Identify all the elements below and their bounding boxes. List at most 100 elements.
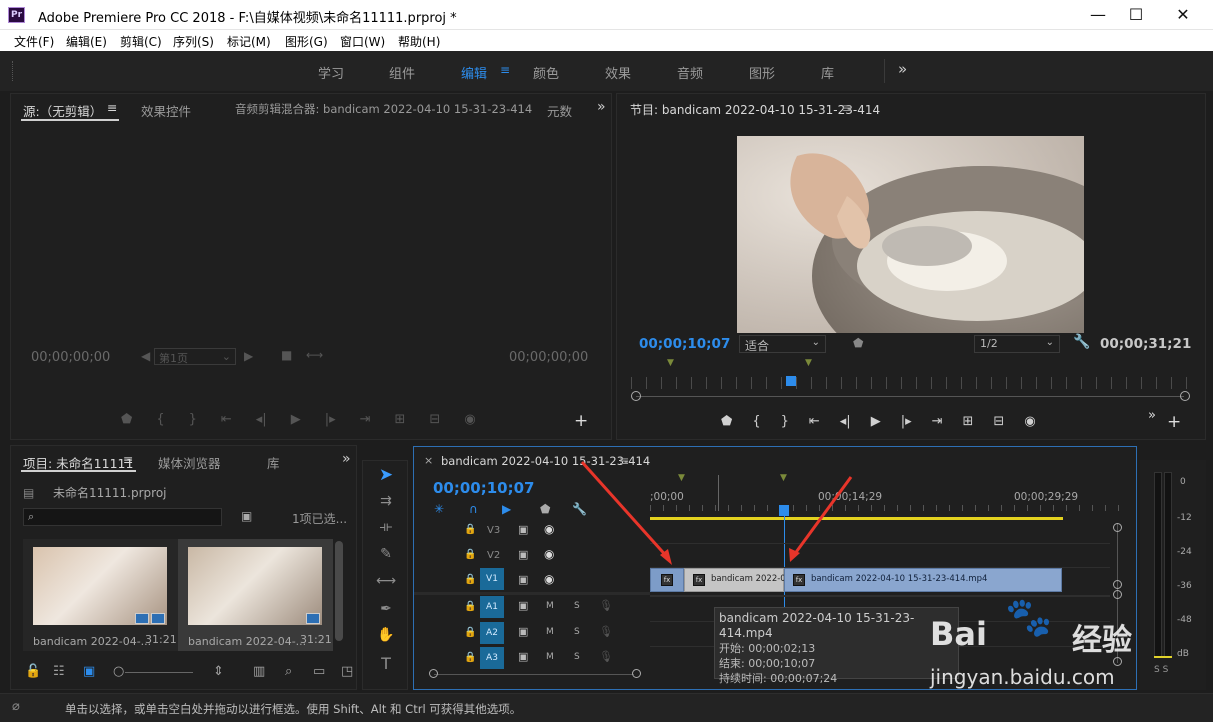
tab-menu-icon[interactable]: ≡ [107, 100, 117, 115]
marker-icon[interactable]: ▼ [805, 358, 812, 368]
ripple-edit-tool-icon[interactable]: ⟛ [373, 519, 399, 535]
lock-icon[interactable]: 🔒 [464, 549, 476, 560]
automate-icon[interactable]: ▥ [253, 664, 265, 679]
close-button[interactable]: ✕ [1160, 0, 1206, 30]
nest-icon[interactable]: ✳ [434, 502, 444, 516]
workspace-learn[interactable]: 学习 [318, 63, 344, 82]
list-view-icon[interactable]: ☷ [53, 664, 65, 679]
panel-more-icon[interactable]: » [1148, 408, 1156, 423]
sync-lock-icon[interactable]: ▣ [518, 548, 528, 561]
lock-icon[interactable]: 🔒 [464, 574, 476, 585]
sync-lock-icon[interactable]: ▣ [518, 625, 528, 638]
tab-audio-clip-mixer[interactable]: 音频剪辑混合器: bandicam 2022-04-10 15-31-23-41… [235, 101, 532, 117]
new-item-icon[interactable]: ◳ [341, 664, 353, 679]
add-button-icon[interactable]: + [574, 411, 588, 431]
horizontal-scroll-handle[interactable] [632, 669, 641, 678]
workspace-color[interactable]: 颜色 [533, 63, 559, 82]
project-item[interactable]: bandicam 2022-04-... 31:21 [23, 539, 178, 651]
sync-lock-icon[interactable]: ▣ [518, 573, 528, 586]
play-icon[interactable]: ▶ [871, 414, 881, 434]
tab-source[interactable]: 源:（无剪辑） [23, 101, 102, 120]
track-select-tool-icon[interactable]: ⇉ [373, 493, 399, 509]
zoom-bar[interactable] [636, 396, 1184, 397]
mute-button[interactable]: M [546, 652, 554, 662]
new-bin-icon[interactable]: ▭ [313, 664, 325, 679]
track-v1-label[interactable]: V1 [480, 568, 504, 590]
lock-icon[interactable]: 🔒 [464, 627, 476, 638]
menu-file[interactable]: 文件(F) [14, 33, 54, 50]
menu-help[interactable]: 帮助(H) [398, 33, 440, 50]
source-timecode-current[interactable]: 00;00;00;00 [31, 350, 110, 365]
marker-shield-icon[interactable]: ⬟ [853, 336, 863, 350]
pen-tool-icon[interactable]: ✒ [373, 601, 399, 617]
project-item-selected[interactable]: bandicam 2022-04-... 31:21 [178, 539, 333, 651]
track-divider[interactable] [414, 592, 650, 595]
workspace-editing[interactable]: 编辑 [461, 63, 487, 82]
selection-tool-icon[interactable]: ➤ [373, 465, 399, 487]
go-to-in-icon[interactable]: ⇤ [221, 412, 232, 432]
resolution-select[interactable]: 1/2 ⌄ [974, 335, 1060, 353]
workspace-libraries[interactable]: 库 [821, 63, 834, 82]
project-scrollbar[interactable] [335, 541, 343, 641]
linked-selection-icon[interactable]: ▶ [502, 502, 511, 516]
vertical-scroll-handle[interactable] [1113, 580, 1122, 589]
insert-icon[interactable]: ⊞ [395, 412, 406, 432]
add-marker-icon[interactable]: ⬟ [540, 502, 550, 516]
add-marker-icon[interactable]: ⬟ [121, 412, 132, 432]
workspace-graphics[interactable]: 图形 [749, 63, 775, 82]
workspace-assembly[interactable]: 组件 [389, 63, 415, 82]
zoom-slider[interactable] [125, 672, 193, 673]
mute-button[interactable]: M [546, 627, 554, 637]
zoom-handle-left[interactable] [631, 391, 641, 401]
timeline-timecode[interactable]: 00;00;10;07 [433, 479, 535, 497]
mark-out-icon[interactable]: } [189, 412, 197, 432]
menu-marker[interactable]: 标记(M) [227, 33, 271, 50]
search-icon[interactable]: ⌕ [285, 664, 292, 679]
mute-button[interactable]: M [546, 601, 554, 611]
vertical-scroll-handle[interactable] [1113, 523, 1122, 532]
menu-sequence[interactable]: 序列(S) [173, 33, 214, 50]
microphone-icon[interactable]: 🎙 [599, 625, 613, 638]
tab-effect-controls[interactable]: 效果控件 [141, 101, 191, 120]
track-a3-label[interactable]: A3 [480, 647, 504, 669]
program-playhead[interactable] [785, 376, 796, 386]
camera-icon[interactable]: ◉ [464, 412, 475, 432]
wrench-icon[interactable]: 🔧 [1073, 334, 1090, 350]
workspace-more-icon[interactable]: » [898, 60, 907, 78]
lock-icon[interactable]: 🔒 [464, 601, 476, 612]
track-v2-label[interactable]: V2 [487, 550, 500, 561]
horizontal-scrollbar[interactable] [434, 674, 634, 675]
go-to-out-icon[interactable]: ⇥ [932, 414, 943, 434]
panel-more-icon[interactable]: » [597, 99, 606, 115]
menu-graphics[interactable]: 图形(G) [285, 33, 328, 50]
go-to-out-icon[interactable]: ⇥ [360, 412, 371, 432]
lock-icon[interactable]: 🔒 [464, 524, 476, 535]
eye-icon[interactable]: ◉ [544, 572, 554, 586]
sync-lock-icon[interactable]: ▣ [518, 599, 528, 612]
camera-icon[interactable]: ◉ [1024, 414, 1035, 434]
solo-button[interactable]: S [574, 627, 580, 637]
workspace-audio[interactable]: 音频 [677, 63, 703, 82]
add-marker-icon[interactable]: ⬟ [721, 414, 732, 434]
search-input[interactable]: ⌕ [23, 508, 222, 526]
step-back-icon[interactable]: ◂| [256, 412, 267, 432]
go-to-in-icon[interactable]: ⇤ [809, 414, 820, 434]
type-tool-icon[interactable]: T [373, 654, 399, 673]
step-forward-icon[interactable]: |▸ [901, 414, 912, 434]
slip-tool-icon[interactable]: ⟷ [373, 573, 399, 589]
zoom-slider-handle[interactable]: ○ [113, 664, 124, 679]
add-button-icon[interactable]: + [1167, 412, 1181, 432]
lock-icon[interactable]: 🔒 [464, 652, 476, 663]
play-icon[interactable]: ▶ [291, 412, 301, 432]
step-back-icon[interactable]: ◂| [840, 414, 851, 434]
lock-icon[interactable]: 🔓 [25, 664, 41, 679]
mark-in-icon[interactable]: { [752, 414, 760, 434]
workspace-menu-icon[interactable]: ≡ [500, 63, 510, 77]
tab-metadata[interactable]: 元数 [547, 101, 572, 120]
icon-view-icon[interactable]: ▣ [83, 664, 95, 679]
hand-tool-icon[interactable]: ✋ [373, 627, 399, 643]
eye-icon[interactable]: ◉ [544, 522, 554, 536]
workspace-effects[interactable]: 效果 [605, 63, 631, 82]
track-v3-label[interactable]: V3 [487, 525, 500, 536]
menu-clip[interactable]: 剪辑(C) [120, 33, 162, 50]
